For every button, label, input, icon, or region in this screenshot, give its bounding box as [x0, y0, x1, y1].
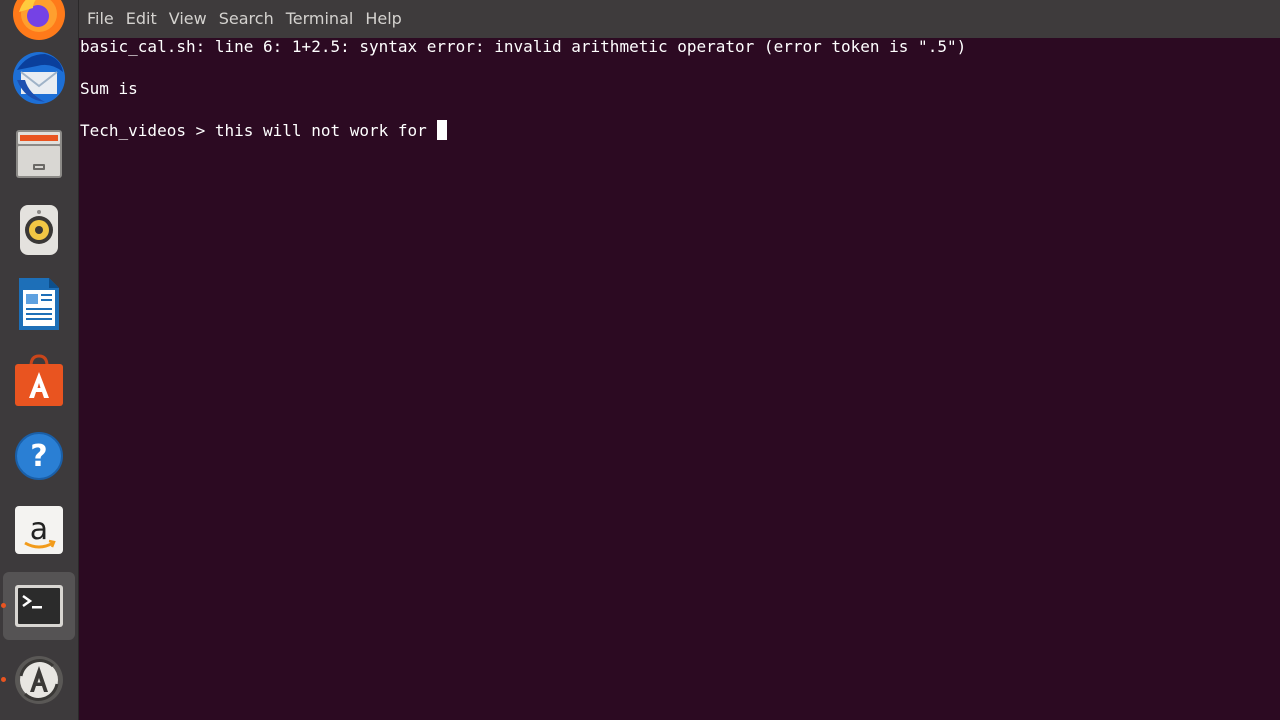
- software-center-icon: [15, 354, 63, 406]
- prompt-text: Tech_videos > this will not work for: [80, 121, 437, 140]
- dock-item-libreoffice-writer[interactable]: [3, 270, 75, 338]
- firefox-icon: [13, 0, 65, 40]
- software-updater-icon: [15, 656, 63, 704]
- rhythmbox-icon: [20, 205, 58, 255]
- text-cursor: [437, 120, 448, 140]
- dock-item-firefox[interactable]: [3, 0, 75, 48]
- launcher-dock: ? a: [0, 0, 79, 720]
- terminal-menubar: File Edit View Search Terminal Help: [79, 0, 1280, 38]
- svg-text:a: a: [30, 512, 48, 547]
- terminal-icon: [15, 585, 63, 627]
- terminal-window[interactable]: File Edit View Search Terminal Help basi…: [79, 0, 1280, 720]
- dock-item-ubuntu-software[interactable]: [3, 346, 75, 414]
- sum-output-line: Sum is: [80, 79, 138, 98]
- dock-item-rhythmbox[interactable]: [3, 196, 75, 264]
- menu-edit[interactable]: Edit: [120, 0, 163, 38]
- running-indicator: [1, 677, 6, 682]
- error-output-line: basic_cal.sh: line 6: 1+2.5: syntax erro…: [80, 37, 967, 56]
- dock-item-files[interactable]: [3, 120, 75, 188]
- svg-text:?: ?: [30, 439, 47, 474]
- menu-help[interactable]: Help: [359, 0, 407, 38]
- prompt-line[interactable]: Tech_videos > this will not work for: [80, 120, 1280, 141]
- help-icon: ?: [15, 432, 63, 480]
- dock-item-software-updater[interactable]: [1, 646, 75, 714]
- menu-view[interactable]: View: [163, 0, 213, 38]
- dock-item-thunderbird[interactable]: [3, 44, 75, 112]
- running-indicator: [1, 603, 6, 608]
- menu-search[interactable]: Search: [213, 0, 280, 38]
- dock-item-amazon[interactable]: a: [3, 496, 75, 564]
- dock-item-help[interactable]: ?: [3, 422, 75, 490]
- menu-terminal[interactable]: Terminal: [280, 0, 360, 38]
- terminal-output[interactable]: basic_cal.sh: line 6: 1+2.5: syntax erro…: [80, 36, 1280, 141]
- desktop: ? a File Edit View Search Terminal Help …: [0, 0, 1280, 720]
- writer-icon: [19, 278, 59, 330]
- dock-item-terminal[interactable]: [1, 572, 75, 640]
- files-icon: [16, 130, 62, 178]
- menu-file[interactable]: File: [81, 0, 120, 38]
- amazon-icon: a: [15, 506, 63, 554]
- thunderbird-icon: [13, 52, 65, 104]
